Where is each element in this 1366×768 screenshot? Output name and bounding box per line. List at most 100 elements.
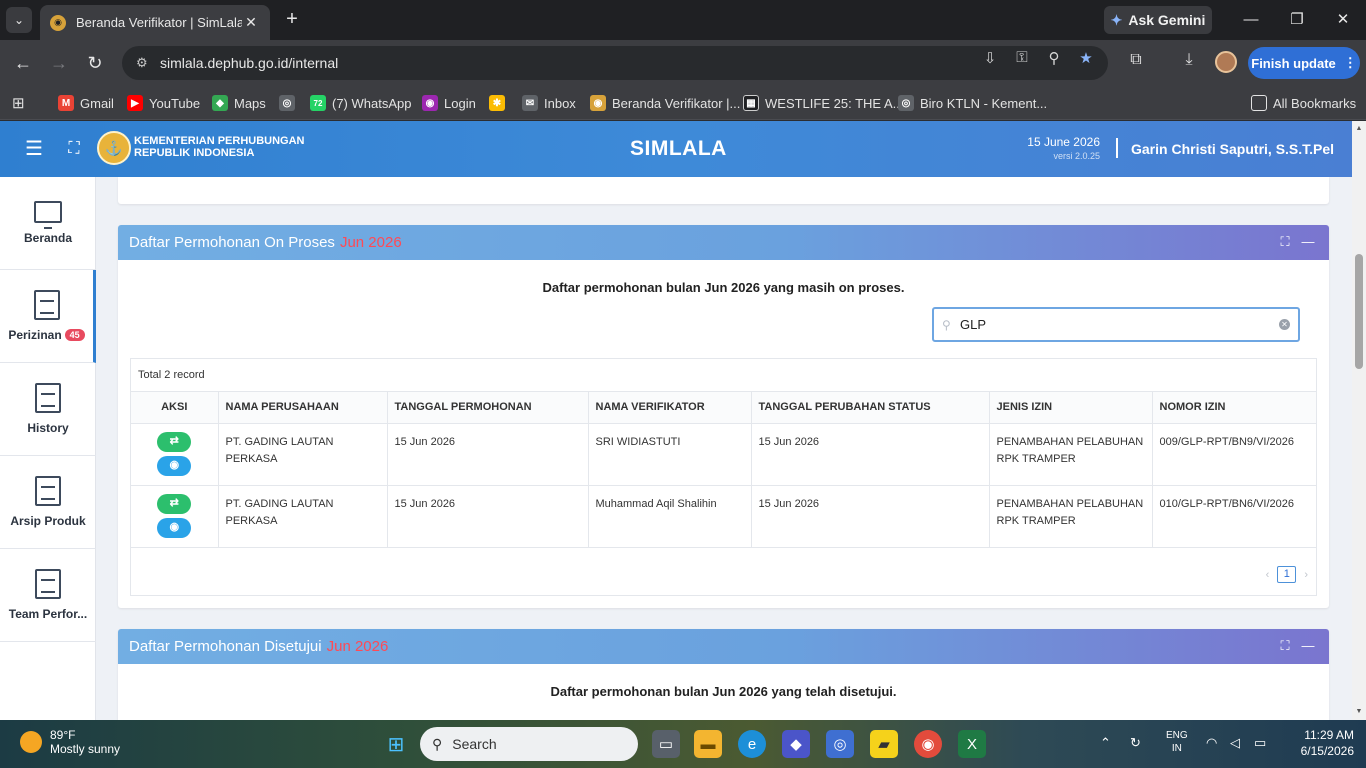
close-window-icon[interactable]: ✕ — [1331, 8, 1355, 32]
bookmark-gmail[interactable]: M Gmail — [58, 92, 114, 114]
cell-nomor-izin: 010/GLP-RPT/BN6/VI/2026 — [1152, 485, 1317, 548]
language-indicator[interactable]: ENG IN — [1166, 729, 1188, 755]
site-info-icon[interactable]: ⚙ — [136, 55, 158, 71]
col-nama-verifikator[interactable]: NAMA VERIFIKATOR — [588, 392, 752, 424]
profile-avatar[interactable] — [1215, 51, 1237, 73]
sidebar-item-team-performance[interactable]: Team Perfor... — [0, 549, 96, 642]
page-number[interactable]: 1 — [1277, 566, 1297, 583]
file-explorer-icon[interactable]: ▬ — [694, 730, 722, 758]
password-key-icon[interactable]: ⚿ — [1012, 49, 1032, 66]
bookmarks-bar: ⊞ M Gmail ▶ YouTube ◆ Maps ◎ 72 (7) WhatsApp… — [0, 86, 1366, 120]
battery-icon[interactable]: ▭ — [1254, 735, 1266, 751]
sidebar-item-arsip-produk[interactable]: Arsip Produk — [0, 456, 96, 549]
col-tanggal-perubahan-status[interactable]: TANGGAL PERUBAHAN STATUS — [751, 392, 990, 424]
col-jenis-izin[interactable]: JENIS IZIN — [989, 392, 1153, 424]
bookmark-login[interactable]: ◉ Login — [422, 92, 476, 114]
bookmark-globe[interactable]: ◎ — [279, 92, 295, 114]
panel-subtitle: Daftar permohonan bulan Jun 2026 yang ma… — [542, 280, 905, 295]
whatsapp-icon: 72 — [310, 95, 326, 111]
collapse-icon[interactable]: — — [1301, 639, 1315, 653]
expand-icon[interactable]: ⛶ — [1278, 639, 1292, 653]
app-title: SIMLALA — [630, 137, 727, 160]
maximize-icon[interactable]: ❐ — [1285, 8, 1309, 32]
ask-gemini-button[interactable]: ✦ Ask Gemini — [1104, 6, 1212, 34]
change-status-button[interactable]: ⇄ — [157, 431, 192, 452]
forward-arrow-icon[interactable]: → — [47, 51, 71, 75]
scrollbar-thumb[interactable] — [1355, 254, 1363, 369]
view-detail-button[interactable]: ◉ — [157, 455, 192, 476]
next-page-icon[interactable]: › — [1304, 569, 1308, 581]
bookmark-biro-ktln[interactable]: ◎ Biro KTLN - Kement... — [898, 92, 1047, 114]
search-input[interactable]: ⚲ GLP ✕ — [932, 307, 1300, 342]
scroll-up-icon[interactable]: ▲ — [1352, 123, 1366, 135]
page-scrollbar[interactable]: ▲ ▼ — [1352, 121, 1366, 720]
bookmark-maps[interactable]: ◆ Maps — [212, 92, 266, 114]
wifi-icon[interactable]: ◠ — [1206, 735, 1217, 751]
edge-icon[interactable]: e — [738, 730, 766, 758]
swap-icon: ⇄ — [169, 497, 179, 509]
all-bookmarks[interactable]: All Bookmarks — [1251, 92, 1356, 114]
prev-page-icon[interactable]: ‹ — [1266, 569, 1270, 581]
bookmark-simlala[interactable]: ◉ Beranda Verifikator |... — [590, 92, 740, 114]
chevron-up-icon[interactable]: ⌃ — [1100, 735, 1111, 751]
col-nama-perusahaan[interactable]: NAMA PERUSAHAAN — [218, 392, 388, 424]
bookmark-star-icon[interactable]: ★ — [1076, 49, 1096, 67]
downloads-icon[interactable]: ⤓ — [1177, 51, 1201, 69]
sidebar-item-beranda[interactable]: Beranda — [0, 177, 96, 270]
browser-toolbar: ← → ↻ ⚙ simlala.dephub.go.id/internal ⇩ … — [0, 40, 1366, 86]
bookmark-pinwheel[interactable]: ✱ — [489, 92, 505, 114]
tab-search-button[interactable]: ⌄ — [6, 7, 32, 33]
header-date: 15 June 2026 versi 2.0.25 — [1027, 135, 1100, 161]
taskbar-search[interactable]: ⚲ Search — [420, 727, 638, 761]
change-status-button[interactable]: ⇄ — [157, 493, 192, 514]
volume-icon[interactable]: ◁ — [1230, 735, 1240, 751]
col-tanggal-permohonan[interactable]: TANGGAL PERMOHONAN — [387, 392, 589, 424]
browser-tab[interactable]: ◉ Beranda Verifikator | SimLala ✕ — [40, 5, 270, 40]
install-app-icon[interactable]: ⇩ — [980, 49, 1000, 67]
inbox-icon: ✉ — [522, 95, 538, 111]
bookmark-westlife[interactable]: ▦ WESTLIFE 25: THE A... — [743, 92, 903, 114]
zoom-icon[interactable]: ⚲ — [1044, 49, 1064, 67]
hamburger-menu-icon[interactable]: ☰ — [22, 137, 46, 161]
fullscreen-icon[interactable]: ⛶ — [62, 137, 86, 161]
expand-icon[interactable]: ⛶ — [1278, 235, 1292, 249]
system-clock[interactable]: 11:29 AM 6/15/2026 — [1301, 727, 1354, 759]
weather-widget[interactable]: 89°F Mostly sunny — [20, 728, 120, 756]
sidebar-item-perizinan[interactable]: Perizinan 45 — [0, 270, 96, 363]
apps-grid-icon[interactable]: ⊞ — [12, 92, 25, 114]
windows-start-icon[interactable]: ⊞ — [382, 730, 410, 758]
new-tab-button[interactable]: + — [280, 8, 304, 32]
chrome-icon[interactable]: ◉ — [914, 730, 942, 758]
col-aksi: AKSI — [131, 392, 219, 424]
cell-tanggal-perubahan-status: 15 Jun 2026 — [751, 485, 990, 548]
eye-icon: ◉ — [169, 459, 180, 471]
excel-icon[interactable]: X — [958, 730, 986, 758]
sidebar-item-history[interactable]: History — [0, 363, 96, 456]
cell-nama-perusahaan: PT. GADING LAUTAN PERKASA — [218, 423, 388, 486]
table-row: ⇄ ◉ PT. GADING LAUTAN PERKASA 15 Jun 202… — [131, 423, 1317, 486]
task-view-icon[interactable]: ▭ — [652, 730, 680, 758]
globe-icon: ◎ — [898, 95, 914, 111]
scroll-down-icon[interactable]: ▼ — [1352, 706, 1366, 718]
sync-icon[interactable]: ↻ — [1130, 735, 1141, 751]
tab-close-icon[interactable]: ✕ — [242, 14, 260, 31]
collapse-icon[interactable]: — — [1301, 235, 1315, 249]
sticky-notes-icon[interactable]: ▰ — [870, 730, 898, 758]
minimize-icon[interactable]: — — [1239, 8, 1263, 32]
copilot-icon[interactable]: ◆ — [782, 730, 810, 758]
view-detail-button[interactable]: ◉ — [157, 517, 192, 538]
clear-search-icon[interactable]: ✕ — [1279, 319, 1290, 330]
bookmark-youtube[interactable]: ▶ YouTube — [127, 92, 200, 114]
bookmark-inbox[interactable]: ✉ Inbox — [522, 92, 576, 114]
finish-update-button[interactable]: Finish update ⋮ — [1248, 47, 1360, 79]
address-bar[interactable]: ⚙ simlala.dephub.go.id/internal — [122, 46, 1108, 80]
eye-icon: ◉ — [169, 521, 180, 533]
back-arrow-icon[interactable]: ← — [11, 51, 35, 75]
westlife-icon: ▦ — [743, 95, 759, 111]
bookmark-whatsapp[interactable]: 72 (7) WhatsApp — [310, 92, 411, 114]
extensions-icon[interactable]: ⧉ — [1124, 51, 1148, 69]
camera-icon[interactable]: ◎ — [826, 730, 854, 758]
reload-icon[interactable]: ↻ — [83, 51, 107, 75]
user-name[interactable]: Garin Christi Saputri, S.S.T.Pel — [1131, 141, 1334, 157]
col-nomor-izin[interactable]: NOMOR IZIN — [1152, 392, 1317, 424]
